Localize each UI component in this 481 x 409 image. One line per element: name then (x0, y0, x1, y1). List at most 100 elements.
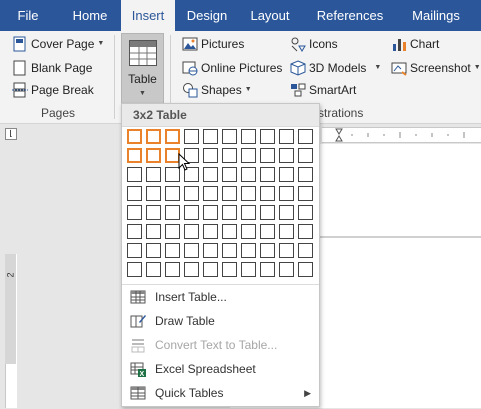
table-grid-cell[interactable] (203, 205, 218, 220)
shapes-button[interactable]: Shapes ▼ (182, 80, 252, 100)
table-grid-cell[interactable] (165, 243, 180, 258)
table-grid-cell[interactable] (241, 167, 256, 182)
table-grid-cell[interactable] (203, 186, 218, 201)
blank-page-button[interactable]: Blank Page (12, 58, 92, 78)
icons-button[interactable]: Icons (290, 34, 338, 54)
tab-file[interactable]: File (0, 0, 56, 31)
tab-home[interactable]: Home (60, 0, 120, 31)
convert-text-to-table-menu-item[interactable]: Convert Text to Table... (122, 333, 319, 357)
table-grid-cell[interactable] (222, 243, 237, 258)
table-grid-cell[interactable] (260, 148, 275, 163)
table-grid-cell[interactable] (260, 129, 275, 144)
table-grid-cell[interactable] (184, 243, 199, 258)
table-grid-cell[interactable] (260, 186, 275, 201)
table-grid-cell-selected[interactable] (127, 129, 142, 144)
table-grid-cell[interactable] (298, 224, 313, 239)
table-grid-cell[interactable] (165, 224, 180, 239)
table-grid-cell[interactable] (127, 167, 142, 182)
table-grid-cell[interactable] (222, 148, 237, 163)
table-grid-cell[interactable] (146, 243, 161, 258)
table-grid-cell[interactable] (127, 262, 142, 277)
table-grid-cell[interactable] (222, 262, 237, 277)
table-grid-cell[interactable] (146, 167, 161, 182)
table-grid-cell[interactable] (184, 129, 199, 144)
insert-table-menu-item[interactable]: Insert Table... (122, 285, 319, 309)
online-pictures-button[interactable]: Online Pictures (182, 58, 282, 78)
table-grid-cell[interactable] (165, 262, 180, 277)
table-grid-cell[interactable] (203, 129, 218, 144)
table-grid-cell[interactable] (298, 186, 313, 201)
table-grid-cell[interactable] (184, 262, 199, 277)
table-grid-cell[interactable] (241, 129, 256, 144)
table-grid-cell[interactable] (203, 262, 218, 277)
table-grid-cell[interactable] (260, 243, 275, 258)
table-grid-cell[interactable] (279, 148, 294, 163)
table-grid-cell[interactable] (222, 167, 237, 182)
table-grid-cell[interactable] (184, 224, 199, 239)
table-grid-cell[interactable] (241, 262, 256, 277)
tab-design[interactable]: Design (180, 0, 234, 31)
table-grid-cell[interactable] (203, 243, 218, 258)
table-button[interactable]: Table ▼ (121, 33, 164, 105)
table-grid-cell[interactable] (146, 224, 161, 239)
table-grid-cell[interactable] (260, 205, 275, 220)
tab-references[interactable]: References (306, 0, 394, 31)
table-grid-cell[interactable] (279, 262, 294, 277)
table-grid-cell-selected[interactable] (146, 148, 161, 163)
table-grid-cell[interactable] (222, 186, 237, 201)
table-grid-cell[interactable] (127, 186, 142, 201)
table-grid-cell[interactable] (298, 167, 313, 182)
table-grid-cell-selected[interactable] (146, 129, 161, 144)
table-grid-cell[interactable] (298, 205, 313, 220)
table-grid-cell[interactable] (127, 205, 142, 220)
quick-tables-menu-item[interactable]: Quick Tables ▶ (122, 381, 319, 405)
table-grid-cell[interactable] (127, 224, 142, 239)
table-grid-cell[interactable] (165, 205, 180, 220)
table-grid-cell-selected[interactable] (127, 148, 142, 163)
cover-page-button[interactable]: Cover Page ▼ (12, 34, 104, 54)
tab-mailings[interactable]: Mailings (396, 0, 476, 31)
table-grid-cell[interactable] (298, 243, 313, 258)
table-grid-cell[interactable] (279, 243, 294, 258)
table-grid-cell[interactable] (222, 224, 237, 239)
table-grid-cell[interactable] (298, 129, 313, 144)
table-grid-cell[interactable] (260, 262, 275, 277)
table-grid-cell[interactable] (127, 243, 142, 258)
draw-table-menu-item[interactable]: Draw Table (122, 309, 319, 333)
table-grid-cell[interactable] (279, 224, 294, 239)
table-grid-cell[interactable] (279, 167, 294, 182)
table-grid-cell[interactable] (279, 129, 294, 144)
excel-spreadsheet-menu-item[interactable]: X Excel Spreadsheet (122, 357, 319, 381)
table-grid-cell[interactable] (222, 129, 237, 144)
table-grid-cell[interactable] (241, 186, 256, 201)
table-grid-cell[interactable] (298, 262, 313, 277)
table-grid-cell[interactable] (222, 205, 237, 220)
table-grid-cell[interactable] (184, 186, 199, 201)
table-grid-cell[interactable] (260, 224, 275, 239)
table-grid-cell[interactable] (146, 186, 161, 201)
table-grid-cell[interactable] (203, 148, 218, 163)
screenshot-button[interactable]: Screenshot ▼ (391, 58, 481, 78)
table-grid-cell[interactable] (298, 148, 313, 163)
chart-button[interactable]: Chart (391, 34, 439, 54)
table-grid-cell[interactable] (241, 148, 256, 163)
tab-stop-selector[interactable]: ⌊ (5, 128, 17, 140)
table-grid-cell-selected[interactable] (165, 129, 180, 144)
table-grid-cell[interactable] (260, 167, 275, 182)
table-grid-cell[interactable] (241, 224, 256, 239)
table-grid-cell[interactable] (165, 186, 180, 201)
table-grid-cell[interactable] (279, 186, 294, 201)
tab-layout[interactable]: Layout (240, 0, 300, 31)
table-grid-cell[interactable] (146, 262, 161, 277)
pictures-button[interactable]: Pictures (182, 34, 244, 54)
page-break-button[interactable]: Page Break (12, 80, 94, 100)
tab-insert[interactable]: Insert (121, 0, 175, 31)
table-grid-cell[interactable] (241, 205, 256, 220)
3d-models-button[interactable]: 3D Models ▼ (290, 58, 381, 78)
table-grid-cell[interactable] (203, 224, 218, 239)
table-grid-cell[interactable] (146, 205, 161, 220)
horizontal-ruler[interactable] (322, 127, 481, 143)
smartart-button[interactable]: SmartArt (290, 80, 356, 100)
table-grid-cell[interactable] (203, 167, 218, 182)
table-grid-cell[interactable] (184, 205, 199, 220)
